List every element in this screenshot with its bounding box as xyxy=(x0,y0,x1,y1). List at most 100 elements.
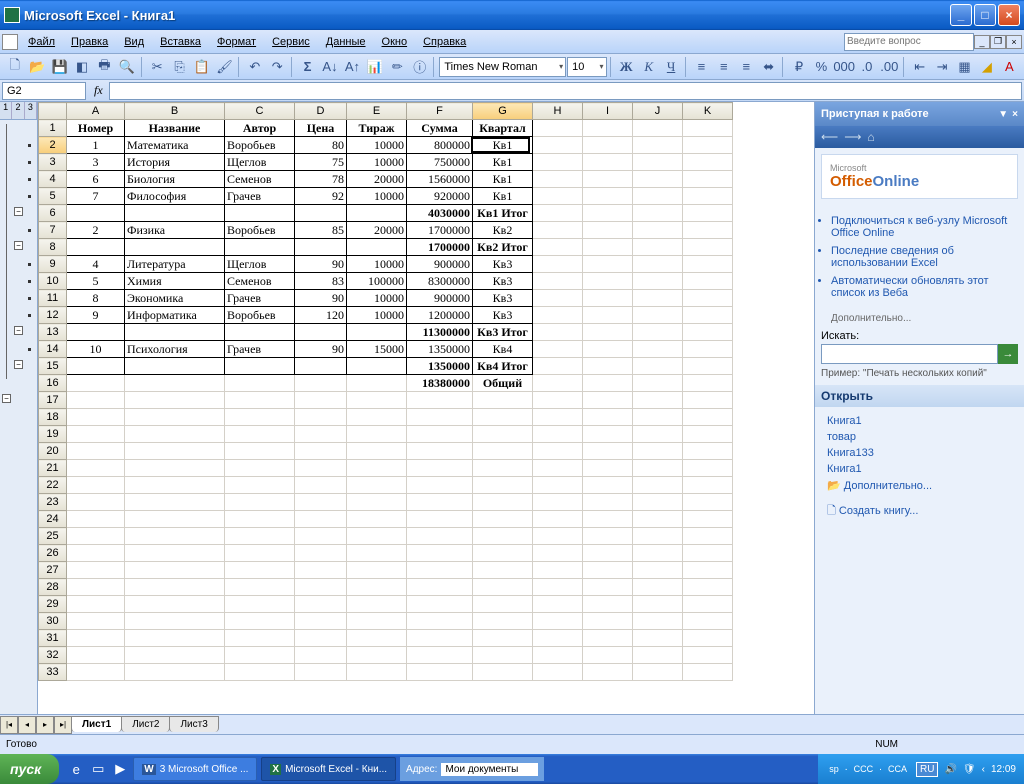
menu-window[interactable]: Окно xyxy=(374,34,416,50)
col-header-H[interactable]: H xyxy=(533,103,583,120)
data-cell[interactable] xyxy=(295,324,347,341)
outline-pane[interactable]: 123 −−−−− xyxy=(0,102,38,714)
row-header[interactable]: 32 xyxy=(39,647,67,664)
taskbar-app-button[interactable]: XMicrosoft Excel - Кни... xyxy=(261,757,396,781)
data-cell[interactable]: Математика xyxy=(125,137,225,154)
row-header[interactable]: 29 xyxy=(39,596,67,613)
menu-insert[interactable]: Вставка xyxy=(152,34,209,50)
mdi-restore-button[interactable]: ❐ xyxy=(990,35,1006,49)
data-cell[interactable]: 1350000 xyxy=(407,341,473,358)
row-header[interactable]: 6 xyxy=(39,205,67,222)
data-cell[interactable]: Физика xyxy=(125,222,225,239)
data-cell[interactable] xyxy=(225,205,295,222)
row-header[interactable]: 11 xyxy=(39,290,67,307)
data-cell[interactable]: Кв1 Итог xyxy=(473,205,533,222)
data-cell[interactable]: Кв3 xyxy=(473,307,533,324)
increase-indent-icon[interactable]: ⇥ xyxy=(931,56,952,78)
data-cell[interactable] xyxy=(347,239,407,256)
row-header[interactable]: 9 xyxy=(39,256,67,273)
data-cell[interactable]: Кв1 xyxy=(473,137,533,154)
taskbar-address[interactable]: Адрес: Мои документы xyxy=(400,757,544,781)
col-header-F[interactable]: F xyxy=(407,103,473,120)
row-header[interactable]: 13 xyxy=(39,324,67,341)
taskpane-search-input[interactable] xyxy=(821,344,998,364)
quick-ie-icon[interactable]: e xyxy=(65,758,87,780)
recent-file-link[interactable]: Книга1 xyxy=(827,415,1012,427)
table-header-cell[interactable]: Сумма xyxy=(407,120,473,137)
row-header[interactable]: 31 xyxy=(39,630,67,647)
data-cell[interactable]: Кв1 xyxy=(473,154,533,171)
data-cell[interactable]: Информатика xyxy=(125,307,225,324)
formula-input[interactable] xyxy=(109,82,1022,100)
sheet-tab[interactable]: Лист3 xyxy=(169,716,218,732)
data-cell[interactable]: 750000 xyxy=(407,154,473,171)
close-button[interactable]: × xyxy=(998,4,1020,26)
data-cell[interactable]: 90 xyxy=(295,256,347,273)
data-cell[interactable]: 10000 xyxy=(347,307,407,324)
tray-clock[interactable]: 12:09 xyxy=(991,764,1016,775)
data-cell[interactable]: 5 xyxy=(67,273,125,290)
decrease-decimal-icon[interactable]: .0 xyxy=(856,56,877,78)
data-cell[interactable] xyxy=(295,358,347,375)
redo-icon[interactable]: ↷ xyxy=(267,56,288,78)
font-select[interactable]: Times New Roman xyxy=(439,57,566,77)
data-cell[interactable]: Семенов xyxy=(225,171,295,188)
data-cell[interactable]: Щеглов xyxy=(225,256,295,273)
data-cell[interactable]: Биология xyxy=(125,171,225,188)
data-cell[interactable]: 1700000 xyxy=(407,239,473,256)
maximize-button[interactable]: □ xyxy=(974,4,996,26)
fontsize-select[interactable]: 10 xyxy=(567,57,606,77)
menu-tools[interactable]: Сервис xyxy=(264,34,318,50)
row-header[interactable]: 19 xyxy=(39,426,67,443)
row-header[interactable]: 28 xyxy=(39,579,67,596)
col-header-J[interactable]: J xyxy=(633,103,683,120)
data-cell[interactable] xyxy=(347,205,407,222)
data-cell[interactable]: Воробьев xyxy=(225,137,295,154)
col-header-B[interactable]: B xyxy=(125,103,225,120)
data-cell[interactable]: 8300000 xyxy=(407,273,473,290)
row-header[interactable]: 22 xyxy=(39,477,67,494)
data-cell[interactable]: 85 xyxy=(295,222,347,239)
data-cell[interactable] xyxy=(225,239,295,256)
data-cell[interactable]: Экономика xyxy=(125,290,225,307)
data-cell[interactable]: История xyxy=(125,154,225,171)
data-cell[interactable]: 3 xyxy=(67,154,125,171)
row-header[interactable]: 27 xyxy=(39,562,67,579)
quick-desktop-icon[interactable]: ▭ xyxy=(87,758,109,780)
bold-icon[interactable]: Ж xyxy=(616,56,637,78)
menu-format[interactable]: Формат xyxy=(209,34,264,50)
fx-icon[interactable]: fx xyxy=(94,83,103,98)
recent-file-link[interactable]: товар xyxy=(827,431,1012,443)
borders-icon[interactable]: ▦ xyxy=(954,56,975,78)
recent-file-link[interactable]: Книга133 xyxy=(827,447,1012,459)
data-cell[interactable]: 9 xyxy=(67,307,125,324)
data-cell[interactable]: Кв4 xyxy=(473,341,533,358)
open-more-link[interactable]: 📂 Дополнительно... xyxy=(827,479,1012,492)
row-header[interactable]: 30 xyxy=(39,613,67,630)
research-icon[interactable]: ⓘ xyxy=(409,56,430,78)
sheet-tab[interactable]: Лист2 xyxy=(121,716,170,732)
chart-icon[interactable]: 📊 xyxy=(364,56,385,78)
tray-item[interactable]: sp xyxy=(829,764,839,774)
data-cell[interactable] xyxy=(125,358,225,375)
row-header[interactable]: 17 xyxy=(39,392,67,409)
row-header[interactable]: 23 xyxy=(39,494,67,511)
help-question-box[interactable] xyxy=(844,33,974,51)
tray-item[interactable]: CCC xyxy=(854,764,874,774)
name-box[interactable] xyxy=(2,82,86,100)
row-header[interactable]: 3 xyxy=(39,154,67,171)
taskpane-dropdown-icon[interactable]: ▼ xyxy=(998,109,1008,120)
data-cell[interactable]: Кв3 xyxy=(473,290,533,307)
data-cell[interactable]: Грачев xyxy=(225,188,295,205)
quick-media-icon[interactable]: ▶ xyxy=(109,758,131,780)
taskpane-link[interactable]: Подключиться к веб-узлу Microsoft Office… xyxy=(831,215,1016,239)
data-cell[interactable] xyxy=(67,239,125,256)
data-cell[interactable]: Воробьев xyxy=(225,307,295,324)
taskbar-app-button[interactable]: W3 Microsoft Office ... xyxy=(133,757,257,781)
data-cell[interactable] xyxy=(125,205,225,222)
row-header[interactable]: 15 xyxy=(39,358,67,375)
data-cell[interactable]: 11300000 xyxy=(407,324,473,341)
col-header-E[interactable]: E xyxy=(347,103,407,120)
drawing-icon[interactable]: ✏ xyxy=(387,56,408,78)
row-header[interactable]: 1 xyxy=(39,120,67,137)
